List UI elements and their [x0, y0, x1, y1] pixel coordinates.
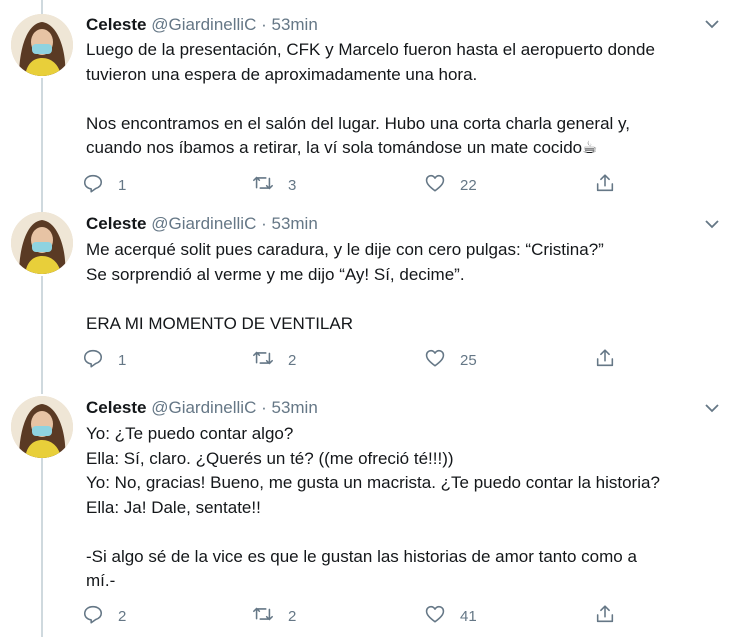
text-line: Se sorprendió al verme y me dijo “Ay! Sí…	[86, 264, 465, 284]
like-button[interactable]: 25	[424, 346, 477, 374]
separator: ·	[261, 214, 267, 233]
share-icon	[594, 603, 616, 630]
retweet-count: 2	[288, 607, 297, 625]
heart-icon	[424, 603, 446, 630]
reply-button[interactable]: 1	[82, 171, 126, 199]
like-count: 41	[460, 607, 477, 625]
like-count: 22	[460, 176, 477, 194]
text-line: -Si algo sé de la vice es que le gustan …	[86, 546, 637, 566]
tweet-actions: 1 3 22	[82, 171, 642, 199]
retweet-count: 2	[288, 351, 297, 369]
text-line: ERA MI MOMENTO DE VENTILAR	[86, 313, 354, 333]
reply-button[interactable]: 2	[82, 602, 126, 630]
text-line: Ella: Sí, claro. ¿Querés un té? ((me ofr…	[86, 448, 454, 468]
retweet-button[interactable]: 2	[252, 346, 296, 374]
text-line: cuando nos íbamos a retirar, la ví sola …	[86, 138, 598, 157]
avatar[interactable]	[11, 14, 73, 76]
user-handle[interactable]: @GiardinelliC	[151, 398, 256, 417]
chevron-down-icon[interactable]	[702, 398, 722, 418]
timestamp[interactable]: 53min	[271, 15, 317, 34]
display-name[interactable]: Celeste	[86, 15, 146, 34]
reply-icon	[82, 172, 104, 199]
retweet-icon	[252, 347, 274, 374]
tweet[interactable]: Celeste @GiardinelliC · 53min Me acerqué…	[0, 200, 735, 384]
text-line: Yo: ¿Te puedo contar algo?	[86, 424, 294, 443]
text-line	[86, 87, 716, 112]
reply-count: 1	[118, 176, 127, 194]
avatar[interactable]	[11, 212, 73, 274]
timestamp[interactable]: 53min	[271, 398, 317, 417]
display-name[interactable]: Celeste	[86, 214, 146, 233]
timestamp[interactable]: 53min	[271, 214, 317, 233]
retweet-button[interactable]: 2	[252, 602, 296, 630]
tweet-header: Celeste @GiardinelliC · 53min	[86, 213, 318, 235]
tweet-header: Celeste @GiardinelliC · 53min	[86, 14, 318, 36]
tweet[interactable]: Celeste @GiardinelliC · 53min Luego de l…	[0, 0, 735, 200]
tweet-text: Yo: ¿Te puedo contar algo? Ella: Sí, cla…	[86, 422, 716, 594]
tweet-actions: 2 2 41	[82, 602, 642, 630]
display-name[interactable]: Celeste	[86, 398, 146, 417]
text-line	[86, 520, 716, 545]
reply-count: 1	[118, 351, 127, 369]
reply-button[interactable]: 1	[82, 346, 126, 374]
share-icon	[594, 347, 616, 374]
retweet-icon	[252, 172, 274, 199]
share-button[interactable]	[594, 171, 616, 199]
share-button[interactable]	[594, 346, 616, 374]
share-icon	[594, 172, 616, 199]
tweet[interactable]: Celeste @GiardinelliC · 53min Yo: ¿Te pu…	[0, 384, 735, 637]
text-line: mí.-	[86, 571, 116, 590]
retweet-button[interactable]: 3	[252, 171, 296, 199]
tweet-text: Me acerqué solit pues caradura, y le dij…	[86, 238, 716, 336]
user-handle[interactable]: @GiardinelliC	[151, 15, 256, 34]
tweet-actions: 1 2 25	[82, 346, 642, 374]
heart-icon	[424, 172, 446, 199]
like-count: 25	[460, 351, 477, 369]
retweet-count: 3	[288, 176, 297, 194]
separator: ·	[261, 398, 267, 417]
text-line	[86, 287, 716, 312]
heart-icon	[424, 347, 446, 374]
tweet-text: Luego de la presentación, CFK y Marcelo …	[86, 38, 716, 161]
avatar[interactable]	[11, 396, 73, 458]
like-button[interactable]: 41	[424, 602, 477, 630]
user-handle[interactable]: @GiardinelliC	[151, 214, 256, 233]
reply-icon	[82, 603, 104, 630]
like-button[interactable]: 22	[424, 171, 477, 199]
share-button[interactable]	[594, 602, 616, 630]
reply-count: 2	[118, 607, 127, 625]
separator: ·	[261, 15, 267, 34]
retweet-icon	[252, 603, 274, 630]
text-line: Me acerqué solit pues caradura, y le dij…	[86, 240, 604, 259]
text-line: tuvieron una espera de aproximadamente u…	[86, 64, 478, 84]
chevron-down-icon[interactable]	[702, 214, 722, 234]
text-line: Luego de la presentación, CFK y Marcelo …	[86, 40, 655, 59]
text-line: Ella: Ja! Dale, sentate!!	[86, 497, 261, 517]
text-line: Yo: No, gracias! Bueno, me gusta un macr…	[86, 473, 660, 492]
tweet-header: Celeste @GiardinelliC · 53min	[86, 397, 318, 419]
reply-icon	[82, 347, 104, 374]
text-line: Nos encontramos en el salón del lugar. H…	[86, 113, 631, 133]
chevron-down-icon[interactable]	[702, 14, 722, 34]
